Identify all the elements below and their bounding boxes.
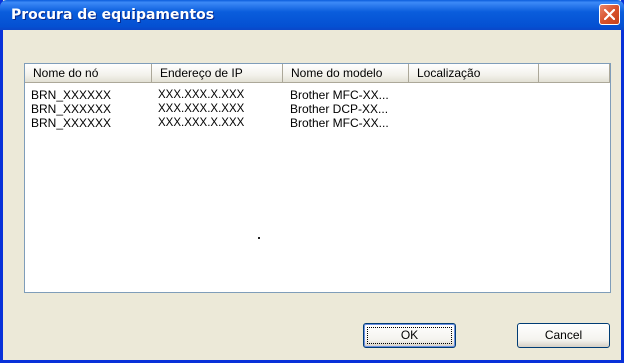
- focus-rectangle: [367, 327, 452, 344]
- table-row[interactable]: BRN_XXXXXX XXX.XXX.X.XXX Brother DCP-XX.…: [25, 102, 610, 116]
- column-header-model-name[interactable]: Nome do modelo: [283, 64, 409, 83]
- table-row[interactable]: BRN_XXXXXX XXX.XXX.X.XXX Brother MFC-XX.…: [25, 88, 610, 102]
- close-button[interactable]: [599, 4, 620, 25]
- cell-ip-address: XXX.XXX.X.XXX: [158, 103, 245, 115]
- cell-model-name: Brother MFC-XX...: [290, 116, 389, 130]
- close-icon: [604, 9, 615, 20]
- column-header-node-name[interactable]: Nome do nó: [25, 64, 152, 83]
- cell-node-name: BRN_XXXXXX: [31, 102, 112, 116]
- cell-model-name: Brother MFC-XX...: [290, 88, 389, 102]
- ok-button[interactable]: OK: [363, 323, 456, 348]
- stray-dot: [258, 237, 260, 239]
- cell-node-name: BRN_XXXXXX: [31, 88, 112, 102]
- cancel-button[interactable]: Cancel: [517, 323, 610, 348]
- cell-model-name: Brother DCP-XX...: [290, 102, 389, 116]
- column-header-empty[interactable]: [539, 64, 610, 83]
- table-row[interactable]: BRN_XXXXXX XXX.XXX.X.XXX Brother MFC-XX.…: [25, 116, 610, 130]
- cell-ip-address: XXX.XXX.X.XXX: [158, 117, 245, 129]
- cell-ip-address: XXX.XXX.X.XXX: [158, 89, 245, 101]
- column-header-ip-address[interactable]: Endereço de IP: [152, 64, 283, 83]
- cell-node-name: BRN_XXXXXX: [31, 116, 112, 130]
- window-title: Procura de equipamentos: [11, 7, 215, 23]
- column-header-location[interactable]: Localização: [409, 64, 539, 83]
- device-list[interactable]: Nome do nó Endereço de IP Nome do modelo…: [24, 63, 611, 293]
- title-bar[interactable]: Procura de equipamentos: [0, 0, 624, 30]
- list-header: Nome do nó Endereço de IP Nome do modelo…: [25, 64, 610, 83]
- cancel-button-label: Cancel: [544, 328, 583, 342]
